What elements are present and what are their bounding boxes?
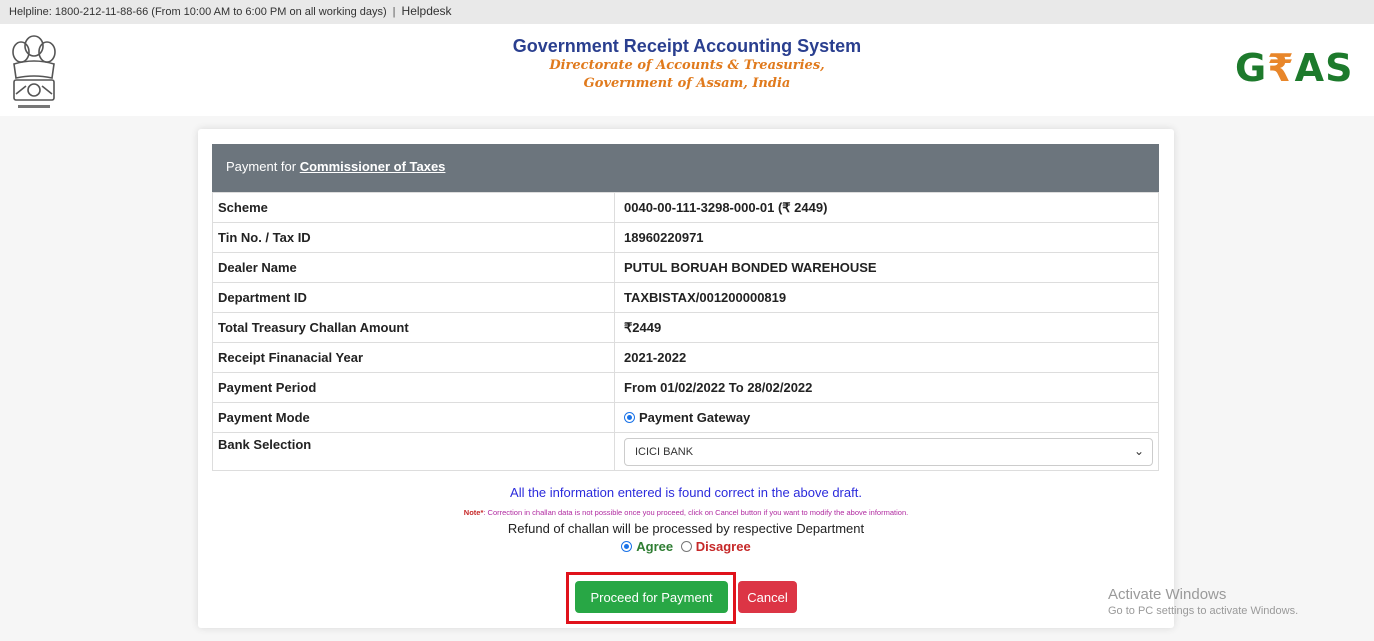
row-label: Tin No. / Tax ID [212, 222, 615, 253]
bank-select[interactable]: ICICI BANK ⌄ [624, 438, 1153, 466]
helpline-bar: Helpline: 1800-212-11-88-66 (From 10:00 … [0, 0, 1374, 24]
bank-selection-row: Bank Selection ICICI BANK ⌄ [212, 432, 1159, 471]
helpdesk-link[interactable]: Helpdesk [402, 4, 452, 18]
separator: | [392, 6, 396, 18]
table-row: Payment Period From 01/02/2022 To 28/02/2… [212, 372, 1159, 403]
title-block: Government Receipt Accounting System Dir… [0, 36, 1374, 93]
bank-selection-cell: ICICI BANK ⌄ [614, 432, 1159, 471]
bank-selected-value: ICICI BANK [635, 446, 694, 458]
refund-text: Refund of challan will be processed by r… [507, 521, 865, 536]
activate-windows-watermark: Activate Windows Go to PC settings to ac… [1108, 586, 1298, 617]
payment-mode-row: Payment Mode Payment Gateway [212, 402, 1159, 433]
row-value: ₹2449 [614, 312, 1159, 343]
row-label: Receipt Finanacial Year [212, 342, 615, 373]
table-row: Tin No. / Tax ID 18960220971 [212, 222, 1159, 253]
table-row: Receipt Finanacial Year 2021-2022 [212, 342, 1159, 373]
row-value: From 01/02/2022 To 28/02/2022 [614, 372, 1159, 403]
watermark-title: Activate Windows [1108, 586, 1227, 603]
row-value: 0040-00-111-3298-000-01 (₹ 2449) [614, 192, 1159, 223]
correction-note: Note*: Correction in challan data is not… [198, 508, 1174, 517]
chevron-down-icon: ⌄ [1133, 444, 1144, 458]
disagree-label[interactable]: Disagree [696, 539, 751, 554]
page-title: Government Receipt Accounting System [512, 36, 862, 56]
confirmation-section: All the information entered is found cor… [198, 485, 1174, 554]
note-label: Note* [463, 508, 484, 517]
agree-radio[interactable] [621, 541, 633, 552]
cancel-button[interactable]: Cancel [738, 581, 797, 613]
payment-mode-value: Payment Gateway [614, 402, 1159, 433]
table-row: Dealer Name PUTUL BORUAH BONDED WAREHOUSE [212, 252, 1159, 283]
watermark-subtitle: Go to PC settings to activate Windows. [1108, 605, 1299, 617]
row-label: Dealer Name [212, 252, 615, 283]
row-value: PUTUL BORUAH BONDED WAREHOUSE [614, 252, 1159, 283]
gras-logo: G₹AS [1235, 46, 1353, 90]
payment-gateway-radio[interactable] [624, 412, 635, 423]
rupee-icon: ₹ [1267, 46, 1295, 90]
payment-mode-label: Payment Mode [212, 402, 615, 433]
table-row: Total Treasury Challan Amount ₹2449 [212, 312, 1159, 343]
row-label: Scheme [212, 192, 615, 223]
helpline-text: Helpline: 1800-212-11-88-66 (From 10:00 … [9, 6, 387, 18]
payment-gateway-label[interactable]: Payment Gateway [639, 410, 750, 425]
site-header: Government Receipt Accounting System Dir… [0, 24, 1374, 116]
note-text: : Correction in challan data is not poss… [483, 508, 909, 517]
subtitle-government: Government of Assam, India [583, 76, 791, 91]
proceed-for-payment-button[interactable]: Proceed for Payment [575, 581, 728, 613]
panel-header: Payment for Commissioner of Taxes [212, 144, 1159, 192]
agree-label[interactable]: Agree [636, 539, 673, 554]
bank-selection-label: Bank Selection [212, 432, 615, 471]
row-label: Department ID [212, 282, 615, 313]
challan-details-table: Scheme 0040-00-111-3298-000-01 (₹ 2449) T… [212, 192, 1159, 471]
department-link[interactable]: Commissioner of Taxes [300, 159, 446, 174]
table-row: Department ID TAXBISTAX/001200000819 [212, 282, 1159, 313]
row-value: 18960220971 [614, 222, 1159, 253]
row-label: Payment Period [212, 372, 615, 403]
row-label: Total Treasury Challan Amount [212, 312, 615, 343]
payment-card: Payment for Commissioner of Taxes Scheme… [198, 129, 1174, 628]
row-value: 2021-2022 [614, 342, 1159, 373]
panel-prefix: Payment for [226, 159, 297, 174]
correct-info-text: All the information entered is found cor… [510, 485, 862, 500]
subtitle-directorate: Directorate of Accounts & Treasuries, [549, 58, 825, 73]
table-row: Scheme 0040-00-111-3298-000-01 (₹ 2449) [212, 192, 1159, 223]
logo-letters-as: AS [1294, 46, 1354, 90]
agree-radio-group: Agree Disagree [198, 539, 1174, 554]
disagree-radio[interactable] [680, 541, 692, 552]
logo-letter-g: G [1235, 46, 1268, 90]
row-value: TAXBISTAX/001200000819 [614, 282, 1159, 313]
